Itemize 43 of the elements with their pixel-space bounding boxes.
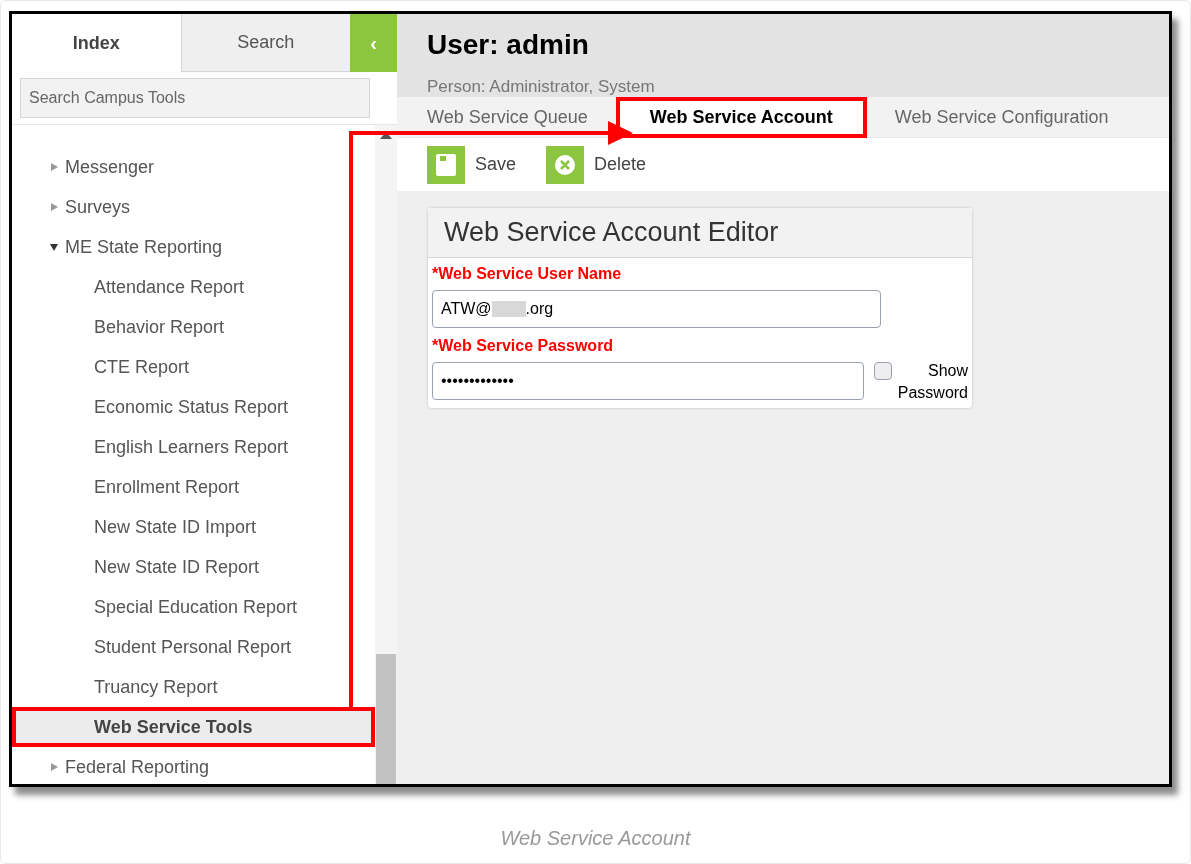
page-title: User: admin — [427, 28, 590, 62]
redacted-text — [491, 301, 526, 317]
tree-item[interactable]: Web Service Tools — [12, 707, 375, 747]
expanded-triangle-icon — [50, 243, 58, 251]
save-button[interactable]: Save — [427, 145, 517, 184]
collapsed-triangle-icon — [50, 203, 58, 211]
password-field[interactable]: ••••••••••••• — [432, 362, 864, 400]
field-value-start: ATW@ — [441, 299, 492, 319]
show-password-checkbox[interactable] — [874, 362, 892, 380]
tree-item[interactable]: Economic Status Report — [12, 387, 375, 427]
tree-item[interactable]: Student Personal Report — [12, 627, 375, 667]
tab[interactable]: Web Service Configuration — [894, 97, 1109, 138]
tab[interactable]: Web Service Account — [615, 97, 867, 138]
person-name: Person: Administrator, System — [427, 76, 656, 98]
delete-button[interactable]: Delete — [546, 145, 647, 184]
tree-item[interactable]: Behavior Report — [12, 307, 375, 347]
field-label: *Web Service User Name — [432, 264, 623, 284]
editor-title: Web Service Account Editor — [428, 208, 972, 258]
tree-item[interactable]: New State ID Import — [12, 507, 375, 547]
tree-item[interactable]: Special Education Report — [12, 587, 375, 627]
sidebar-tab[interactable]: Search — [180, 14, 350, 72]
tree-item[interactable]: ME State Reporting — [12, 227, 375, 267]
tree-item[interactable]: Attendance Report — [12, 267, 375, 307]
tree-item[interactable]: Truancy Report — [12, 667, 375, 707]
user-name-field[interactable]: ATW@ .org — [432, 290, 881, 328]
tree-item[interactable]: Federal Reporting — [12, 747, 375, 784]
tree-item[interactable]: Messenger — [12, 147, 375, 187]
image-caption: Web Service Account — [499, 826, 692, 851]
scrollbar-thumb[interactable] — [376, 654, 396, 784]
tree-item[interactable]: Surveys — [12, 187, 375, 227]
scrollbar[interactable] — [375, 125, 397, 784]
show-password-label: Show Password — [896, 361, 968, 403]
tree-item[interactable]: New State ID Report — [12, 547, 375, 587]
search-field[interactable]: Search Campus Tools — [20, 78, 370, 118]
field-label: *Web Service Password — [432, 336, 615, 356]
sidebar-tab[interactable]: Index — [12, 14, 181, 72]
tree-item[interactable]: English Learners Report — [12, 427, 375, 467]
field-value-end: .org — [525, 299, 554, 319]
tree-item[interactable]: Enrollment Report — [12, 467, 375, 507]
collapsed-triangle-icon — [50, 763, 58, 771]
tree-item[interactable]: CTE Report — [12, 347, 375, 387]
collapsed-triangle-icon — [50, 163, 58, 171]
tab[interactable]: Web Service Queue — [427, 97, 588, 138]
